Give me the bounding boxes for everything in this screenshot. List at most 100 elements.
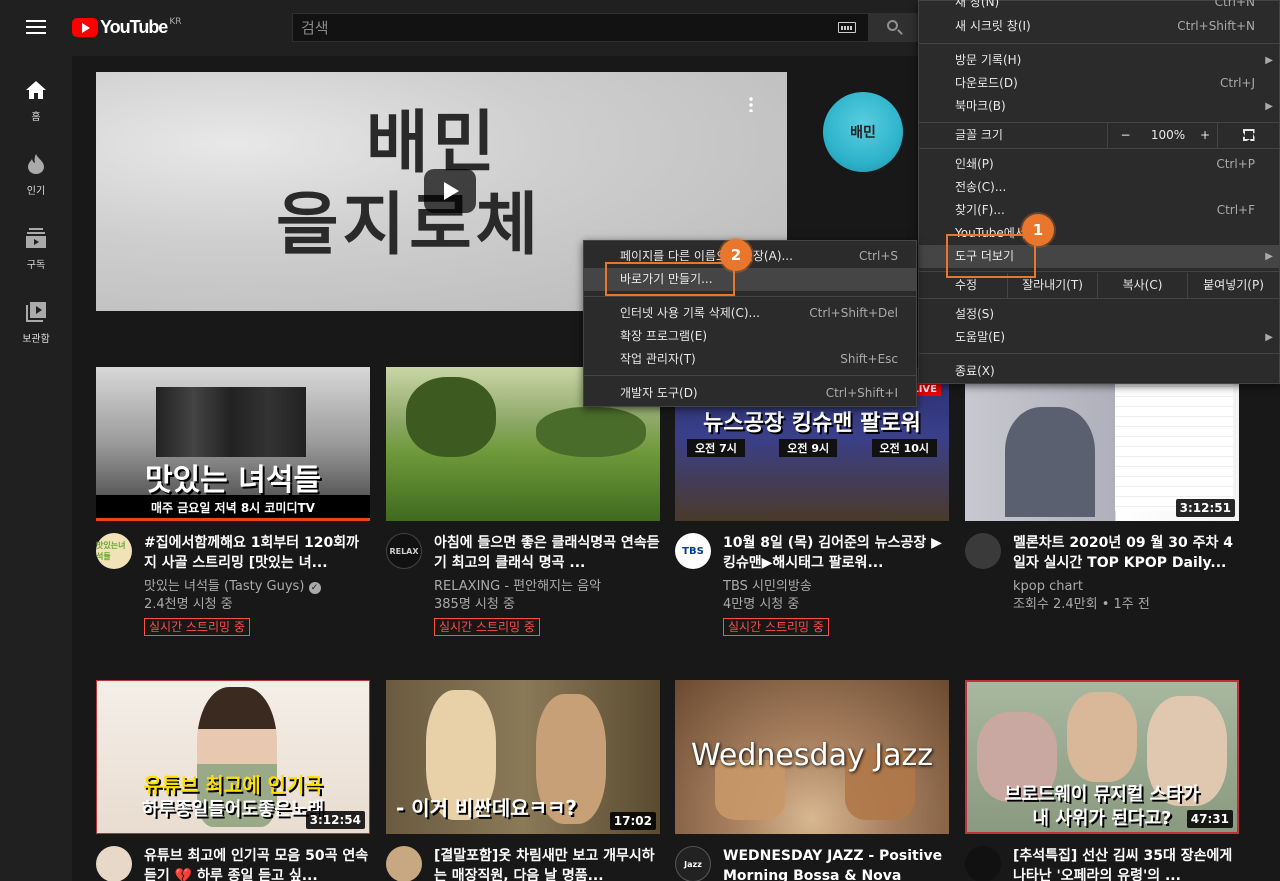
video-thumbnail[interactable]: 맛있는 녀석들 매주 금요일 저녁 8시 코미디TV <box>96 367 370 521</box>
menu-divider <box>919 298 1279 299</box>
menu-item-downloads[interactable]: 다운로드(D) Ctrl+J <box>919 72 1279 95</box>
guide-item-home[interactable]: 홈 <box>0 78 72 123</box>
channel-avatar[interactable]: TBS <box>675 533 711 569</box>
menu-item-label: 도움말(E) <box>955 330 1006 344</box>
search-button[interactable] <box>868 13 918 42</box>
thumbnail-overlay-text: 브로드웨이 뮤지컬 스타가 <box>1004 784 1200 805</box>
video-thumbnail[interactable]: 브로드웨이 뮤지컬 스타가 내 사위가 된다고? 47:31 <box>965 680 1239 834</box>
video-meta: RELAX 아침에 들으면 좋은 클래식명곡 연속듣기 최고의 클래식 명곡 .… <box>386 533 660 636</box>
video-meta: [결말포함]옷 차림새만 보고 개무시하는 매장직원, 다음 날 명품... <box>386 846 660 881</box>
youtube-play-icon <box>72 18 98 37</box>
video-thumbnail[interactable]: Wednesday Jazz <box>675 680 949 834</box>
menu-item-label: 작업 관리자(T) <box>620 352 696 366</box>
guide-item-library[interactable]: 보관함 <box>0 300 72 345</box>
thumbnail-tree <box>536 407 646 457</box>
search-box <box>292 13 868 42</box>
menu-item-help[interactable]: 도움말(E) ▶ <box>919 326 1279 349</box>
menu-item-new-window[interactable]: 새 창(N) Ctrl+N <box>919 0 1279 14</box>
menu-item-print[interactable]: 인쇄(P) Ctrl+P <box>919 153 1279 176</box>
video-title[interactable]: [추석특집] 선산 김씨 35대 장손에게 나타난 '오페라의 유령'의 ... <box>1013 846 1239 881</box>
video-meta: 멜론차트 2020년 09 월 30 주차 4 일자 실시간 TOP KPOP … <box>965 533 1239 614</box>
zoom-out-button[interactable]: − <box>1107 123 1143 148</box>
menu-item-history[interactable]: 방문 기록(H) ▶ <box>919 49 1279 72</box>
video-meta: 유튜브 최고에 인기곡 모음 50곡 연속듣기 💔 하루 종일 듣고 싶... <box>96 846 370 881</box>
channel-avatar[interactable]: 맛있는녀석들 <box>96 533 132 569</box>
channel-name[interactable]: RELAXING - 편안해지는 음악 <box>434 578 660 596</box>
video-title[interactable]: 멜론차트 2020년 09 월 30 주차 4 일자 실시간 TOP KPOP … <box>1013 533 1239 573</box>
paste-button[interactable]: 붙여넣기(P) <box>1187 273 1279 298</box>
video-thumbnail[interactable]: 3:12:51 <box>965 367 1239 521</box>
video-title[interactable]: 유튜브 최고에 인기곡 모음 50곡 연속듣기 💔 하루 종일 듣고 싶... <box>144 846 370 881</box>
video-card[interactable]: 맛있는 녀석들 매주 금요일 저녁 8시 코미디TV 맛있는녀석들 #집에서함께… <box>96 367 370 636</box>
channel-name[interactable]: TBS 시민의방송 <box>723 578 949 596</box>
menu-item-incognito[interactable]: 새 시크릿 창(I) Ctrl+Shift+N <box>919 15 1279 38</box>
youtube-logo[interactable]: YouTube KR <box>72 17 181 39</box>
menu-item-bookmarks[interactable]: 북마크(B) ▶ <box>919 95 1279 118</box>
channel-name[interactable]: kpop chart <box>1013 578 1239 596</box>
shortcut-text: Ctrl+F <box>1216 203 1255 217</box>
video-title[interactable]: #집에서함께해요 1회부터 120회까지 사골 스트리밍 [맛있는 녀... <box>144 533 370 573</box>
submenu-item-task-manager[interactable]: 작업 관리자(T) Shift+Esc <box>584 348 916 371</box>
shortcut-text: Shift+Esc <box>840 352 898 366</box>
copy-button[interactable]: 복사(C) <box>1097 273 1187 298</box>
video-card[interactable]: 3:12:51 멜론차트 2020년 09 월 30 주차 4 일자 실시간 T… <box>965 367 1239 614</box>
guide-item-subscriptions[interactable]: 구독 <box>0 226 72 271</box>
search-input[interactable] <box>293 14 868 41</box>
submenu-item-clear-data[interactable]: 인터넷 사용 기록 삭제(C)... Ctrl+Shift+Del <box>584 302 916 325</box>
video-card[interactable]: - 이거 비싼데요ㅋㅋ? 17:02 [결말포함]옷 차림새만 보고 개무시하는… <box>386 680 660 881</box>
video-title[interactable]: WEDNESDAY JAZZ - Positive Morning Bossa … <box>723 846 949 881</box>
menu-divider <box>919 353 1279 354</box>
submenu-item-dev-tools[interactable]: 개발자 도구(D) Ctrl+Shift+I <box>584 382 916 405</box>
guide-label: 보관함 <box>22 334 50 345</box>
channel-avatar[interactable]: Jazz <box>675 846 711 881</box>
fullscreen-button[interactable] <box>1217 123 1279 148</box>
thumbnail-caption: 매주 금요일 저녁 8시 코미디TV <box>96 495 370 521</box>
more-options-icon[interactable] <box>749 96 753 112</box>
video-duration: 3:12:51 <box>1175 499 1235 517</box>
zoom-in-button[interactable]: + <box>1193 123 1217 148</box>
video-card[interactable]: RELAX 아침에 들으면 좋은 클래식명곡 연속듣기 최고의 클래식 명곡 .… <box>386 367 660 636</box>
submenu-item-extensions[interactable]: 확장 프로그램(E) <box>584 325 916 348</box>
guide-item-trending[interactable]: 인기 <box>0 152 72 197</box>
channel-avatar[interactable] <box>965 533 1001 569</box>
search-icon <box>887 20 898 31</box>
video-duration: 47:31 <box>1186 810 1233 828</box>
keyboard-icon[interactable] <box>838 22 856 33</box>
step-badge-1: 1 <box>1022 214 1054 246</box>
play-button[interactable] <box>424 169 476 213</box>
video-thumbnail[interactable]: 유튜브 최고에 인기곡 하루종일들어도좋은노래 3:12:54 <box>96 680 370 834</box>
channel-avatar[interactable]: RELAX <box>386 533 422 569</box>
video-title[interactable]: 10월 8일 (목) 김어준의 뉴스공장 ▶킹슈맨▶해시태그 팔로워... <box>723 533 949 573</box>
menu-item-label: 북마크(B) <box>955 99 1006 113</box>
channel-name-text: 맛있는 녀석들 (Tasty Guys) <box>144 579 305 594</box>
video-thumbnail[interactable]: - 이거 비싼데요ㅋㅋ? 17:02 <box>386 680 660 834</box>
thumbnail-person <box>1067 692 1137 782</box>
shortcut-text: Ctrl+Shift+Del <box>809 306 898 320</box>
video-duration: 17:02 <box>609 812 656 830</box>
channel-avatar[interactable] <box>965 846 1001 881</box>
channel-avatar[interactable]: 배민 <box>823 92 903 172</box>
video-card[interactable]: 브로드웨이 뮤지컬 스타가 내 사위가 된다고? 47:31 [추석특집] 선산… <box>965 680 1239 881</box>
thumbnail-chart-list <box>1115 377 1233 511</box>
video-card[interactable]: 유튜브 최고에 인기곡 하루종일들어도좋은노래 3:12:54 유튜브 최고에 … <box>96 680 370 881</box>
menu-item-exit[interactable]: 종료(X) <box>919 360 1279 383</box>
video-card[interactable]: Wednesday Jazz Jazz WEDNESDAY JAZZ - Pos… <box>675 680 949 881</box>
avatar-text: RELAX <box>389 546 419 556</box>
avatar-text: 맛있는녀석들 <box>96 541 126 561</box>
channel-avatar[interactable] <box>386 846 422 881</box>
video-title[interactable]: [결말포함]옷 차림새만 보고 개무시하는 매장직원, 다음 날 명품... <box>434 846 660 881</box>
menu-icon[interactable] <box>26 20 46 34</box>
video-title[interactable]: 아침에 들으면 좋은 클래식명곡 연속듣기 최고의 클래식 명곡 ... <box>434 533 660 573</box>
menu-item-cast[interactable]: 전송(C)... <box>919 176 1279 199</box>
guide-label: 홈 <box>31 112 41 123</box>
subscriptions-icon <box>24 226 48 250</box>
menu-item-settings[interactable]: 설정(S) <box>919 303 1279 326</box>
thumbnail-overlay-text: 유튜브 최고에 인기곡 <box>143 773 323 797</box>
channel-avatar[interactable] <box>96 846 132 881</box>
channel-name[interactable]: 맛있는 녀석들 (Tasty Guys) ✓ <box>144 578 370 596</box>
menu-item-find[interactable]: 찾기(F)... Ctrl+F <box>919 199 1279 222</box>
submenu-arrow-icon: ▶ <box>1265 101 1273 112</box>
highlight-box-more-tools <box>946 234 1036 278</box>
zoom-value: 100% <box>1143 123 1193 148</box>
video-card[interactable]: LIVE 뉴스공장 킹슈맨 팔로워 오전 7시 오전 9시 오전 10시 TBS… <box>675 367 949 636</box>
